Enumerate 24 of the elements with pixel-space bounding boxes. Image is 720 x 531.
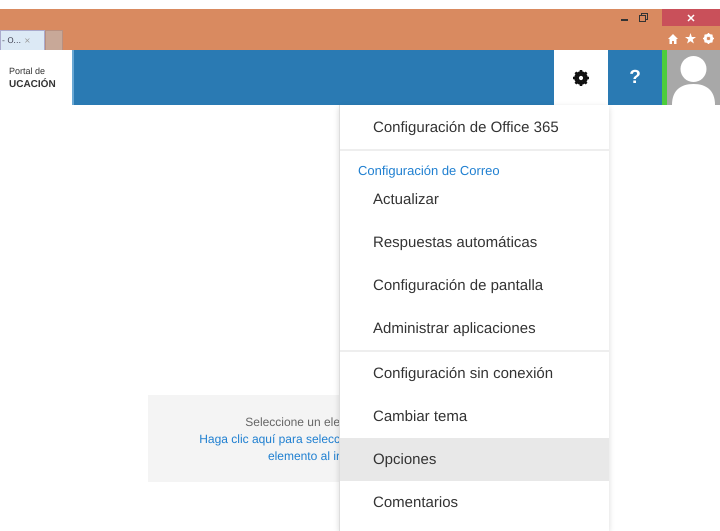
settings-icon[interactable] — [703, 33, 714, 44]
menu-item[interactable]: Cambiar tema — [340, 395, 609, 438]
restore-icon[interactable] — [639, 13, 648, 22]
settings-button[interactable] — [554, 50, 608, 105]
menu-item[interactable]: Comentarios — [340, 481, 609, 524]
menu-item[interactable]: Opciones — [340, 438, 609, 481]
close-button[interactable] — [662, 9, 720, 26]
browser-tab[interactable]: - O... × — [0, 30, 45, 50]
gear-icon — [573, 70, 589, 86]
menu-section-header: Configuración de Correo — [357, 162, 501, 178]
select-item-text: Seleccione un ele — [245, 414, 340, 428]
menu-item[interactable]: Configuración de Office 365 — [340, 105, 609, 149]
select-item-link[interactable]: elemento al ir — [268, 448, 340, 462]
menu-item[interactable]: Configuración de pantalla — [340, 264, 609, 307]
menu-item[interactable]: Respuestas automáticas — [340, 221, 609, 264]
close-icon — [687, 14, 695, 22]
menu-item[interactable]: Configuración sin conexión — [340, 352, 609, 395]
avatar[interactable] — [667, 50, 720, 105]
menu-item[interactable]: Administrar aplicaciones — [340, 307, 609, 350]
portal-logo[interactable]: Portal de UCACIÓN — [0, 50, 74, 105]
menu-item[interactable]: Actualizar — [340, 178, 609, 221]
select-item-link[interactable]: Haga clic aquí para selecc — [199, 432, 340, 446]
star-icon[interactable] — [685, 33, 696, 44]
home-icon[interactable] — [668, 34, 678, 44]
